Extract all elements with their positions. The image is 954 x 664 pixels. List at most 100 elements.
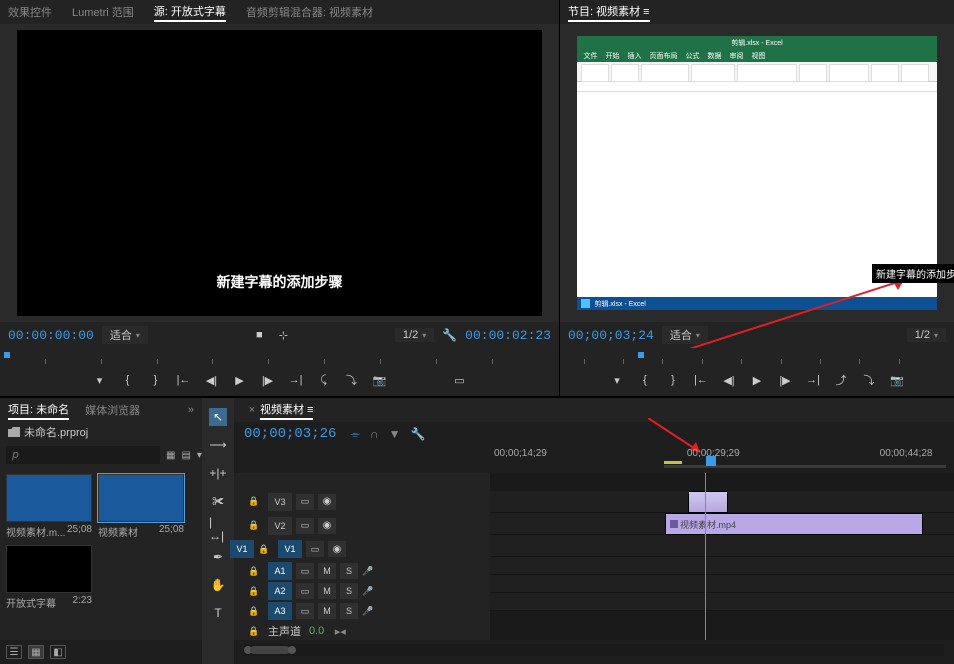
record-a3[interactable]: 🎤 [362, 606, 373, 617]
type-tool[interactable]: T [209, 604, 227, 622]
clip-video[interactable]: 视频素材.mp4 [665, 513, 923, 535]
track-visibility-v3[interactable] [318, 494, 336, 510]
filter-icon[interactable]: ▦ [166, 448, 175, 462]
snap-icon[interactable]: ⊹ [275, 327, 291, 343]
track-output-v3[interactable] [296, 494, 314, 510]
timeline-timecode[interactable]: 00;00;03;26 [244, 426, 336, 442]
track-select-tool[interactable]: ⟶ [209, 436, 227, 454]
timeline-ruler[interactable] [490, 460, 946, 470]
program-fit-dropdown[interactable]: 适合 [662, 326, 708, 344]
playhead-marker[interactable] [706, 456, 716, 466]
track-header-master[interactable]: 🔒 主声道 0.0 ▸◂ [234, 622, 490, 640]
track-tag-a3[interactable]: A3 [268, 602, 292, 620]
settings-icon[interactable]: 🔧 [442, 328, 457, 342]
source-timecode-in[interactable]: 00:00:00:00 [8, 328, 94, 343]
export-frame-icon[interactable]: 📷 [372, 372, 388, 388]
scrollbar-thumb[interactable] [250, 646, 290, 654]
go-in-icon[interactable]: |← [176, 372, 192, 388]
track-tag-v2[interactable]: V2 [268, 517, 292, 535]
lock-icon[interactable]: 🔒 [248, 520, 260, 532]
source-res-dropdown[interactable]: 1/2 [395, 328, 434, 342]
tab-lumetri[interactable]: Lumetri 范围 [72, 4, 134, 20]
overflow-icon[interactable]: » [188, 404, 194, 416]
tab-audiomixer[interactable]: 音频剪辑混合器: 视频素材 [246, 4, 373, 20]
track-output-v1[interactable] [306, 541, 324, 557]
track-header-a3[interactable]: 🔒 A3 🎤 [234, 602, 490, 620]
search-input[interactable] [6, 446, 160, 464]
lock-icon[interactable]: 🔒 [248, 605, 260, 617]
solo-a3[interactable] [340, 603, 358, 619]
playhead-line[interactable] [705, 473, 706, 640]
snap-toggle-icon[interactable]: ⌯ [350, 427, 360, 442]
step-back-icon[interactable]: ◀| [204, 372, 220, 388]
track-header-v3[interactable]: 🔒 V3 [234, 491, 490, 513]
track-tag-a2[interactable]: A2 [268, 582, 292, 600]
p-step-fwd-icon[interactable]: |▶ [777, 372, 793, 388]
p-play-icon[interactable]: ▶ [749, 372, 765, 388]
insert-icon[interactable]: ⤹ [316, 372, 332, 388]
program-preview[interactable]: 剪辑.xlsx - Excel 文件开始插入页面布局公式数据审阅视图 剪辑.xl… [560, 24, 954, 322]
track-body[interactable]: 视频素材.mp4 [490, 473, 954, 640]
lock-icon[interactable]: 🔒 [258, 543, 270, 555]
program-ruler[interactable] [560, 348, 954, 364]
bin-item[interactable]: 视频素材25;08 [98, 474, 184, 539]
add-marker-icon[interactable]: ▾ [92, 372, 108, 388]
tab-effect-controls[interactable]: 效果控件 [8, 4, 52, 20]
timeline-zoom-scrollbar[interactable] [244, 644, 944, 656]
mark-in-icon[interactable]: { [120, 372, 136, 388]
mute-a1[interactable] [318, 563, 336, 579]
p-mark-in-icon[interactable]: { [637, 372, 653, 388]
lock-icon[interactable]: 🔒 [248, 565, 260, 577]
mute-a3[interactable] [318, 603, 336, 619]
track-output-a2[interactable] [296, 583, 314, 599]
tab-project[interactable]: 项目: 未命名 [8, 401, 69, 420]
lock-icon[interactable]: 🔒 [248, 625, 260, 637]
p-export-frame-icon[interactable]: 📷 [889, 372, 905, 388]
p-step-back-icon[interactable]: ◀| [721, 372, 737, 388]
mark-out-icon[interactable]: } [148, 372, 164, 388]
program-timecode-in[interactable]: 00;00;03;24 [568, 328, 654, 343]
stop-icon[interactable]: ■ [251, 327, 267, 343]
source-fit-dropdown[interactable]: 适合 [102, 326, 148, 344]
p-marker-icon[interactable]: ▾ [609, 372, 625, 388]
slip-tool[interactable]: |↔| [209, 520, 227, 538]
track-output-a1[interactable] [296, 563, 314, 579]
p-extract-icon[interactable]: ⤵ [861, 372, 877, 388]
go-out-icon[interactable]: →| [288, 372, 304, 388]
p-go-out-icon[interactable]: →| [805, 372, 821, 388]
freeform-icon[interactable]: ◧ [50, 645, 66, 659]
pen-tool[interactable]: ✒ [209, 548, 227, 566]
selection-tool[interactable]: ↖ [209, 408, 227, 426]
record-a2[interactable]: 🎤 [362, 586, 373, 597]
track-tag-a1[interactable]: A1 [268, 562, 292, 580]
master-value[interactable]: 0.0 [309, 625, 324, 637]
track-visibility-v2[interactable] [318, 518, 336, 534]
hand-tool[interactable]: ✋ [209, 576, 227, 594]
track-header-a2[interactable]: 🔒 A2 🎤 [234, 582, 490, 600]
sequence-tab[interactable]: 视频素材 ≡ [260, 401, 313, 420]
track-source-v1[interactable]: V1 [230, 540, 254, 558]
play-icon[interactable]: ▶ [232, 372, 248, 388]
list-view-icon[interactable]: ☰ [6, 645, 22, 659]
track-header-v1[interactable]: V1 🔒 V1 [234, 538, 490, 560]
solo-a1[interactable] [340, 563, 358, 579]
source-ruler[interactable] [0, 348, 559, 364]
linked-sel-icon[interactable]: ∩ [370, 427, 379, 442]
p-go-in-icon[interactable]: |← [693, 372, 709, 388]
track-header-a1[interactable]: 🔒 A1 🎤 [234, 562, 490, 580]
track-header-v2[interactable]: 🔒 V2 [234, 515, 490, 537]
track-visibility-v1[interactable] [328, 541, 346, 557]
p-mark-out-icon[interactable]: } [665, 372, 681, 388]
record-a1[interactable]: 🎤 [362, 566, 373, 577]
track-tag-v1[interactable]: V1 [278, 540, 302, 558]
settings-tool-icon[interactable]: 🔧 [411, 427, 426, 442]
icon-view-icon[interactable]: ▦ [28, 645, 44, 659]
comp-icon[interactable]: ▭ [452, 372, 468, 388]
marker-tool-icon[interactable]: ▼ [389, 427, 401, 442]
mute-a2[interactable] [318, 583, 336, 599]
close-seq-icon[interactable]: × [244, 402, 260, 418]
step-fwd-icon[interactable]: |▶ [260, 372, 276, 388]
lock-icon[interactable]: 🔒 [248, 496, 260, 508]
chevron-right-icon[interactable]: ▸◂ [332, 623, 348, 639]
tab-source[interactable]: 源: 开放式字幕 [154, 3, 226, 22]
